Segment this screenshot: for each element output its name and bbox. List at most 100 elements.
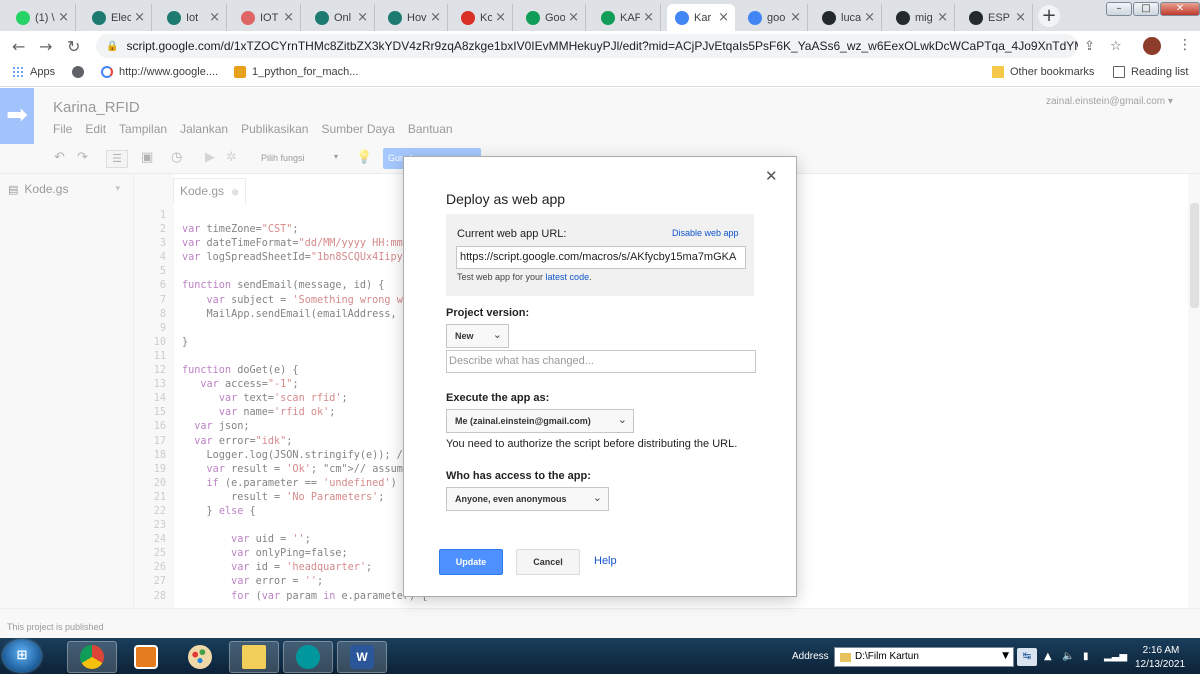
web-app-url-field[interactable]: https://script.google.com/macros/s/AKfyc…: [456, 246, 746, 269]
back-arrow-icon[interactable]: ←: [12, 37, 25, 56]
explorer-taskbar-button[interactable]: [229, 641, 279, 673]
cancel-button[interactable]: Cancel: [516, 549, 580, 575]
bookmark-star-icon[interactable]: ☆: [1110, 39, 1122, 54]
browser-tab[interactable]: Onl ×: [307, 4, 375, 31]
gmail-icon: [461, 10, 475, 25]
go-arrow-icon[interactable]: ↹: [1017, 648, 1037, 666]
paint-taskbar-button[interactable]: [175, 641, 225, 673]
window-close-button[interactable]: ✕: [1160, 2, 1200, 16]
reading-list[interactable]: Reading list: [1113, 66, 1188, 78]
tab-title: ESP: [988, 11, 1011, 24]
browser-tab[interactable]: KAF ×: [593, 4, 661, 31]
tab-close-icon[interactable]: ×: [209, 10, 220, 25]
google-icon: [101, 66, 113, 78]
access-select[interactable]: Anyone, even anonymous ⌄: [446, 487, 609, 511]
media-player-taskbar-button[interactable]: [121, 641, 171, 673]
tab-close-icon[interactable]: ×: [718, 10, 729, 25]
help-link[interactable]: Help: [594, 555, 617, 567]
browser-tab[interactable]: ESP ×: [961, 4, 1033, 31]
project-version-select[interactable]: New ⌄: [446, 324, 509, 348]
browser-tab[interactable]: mig ×: [888, 4, 955, 31]
show-hidden-icons-icon[interactable]: ▲: [1044, 651, 1052, 662]
tab-title: luca: [841, 11, 862, 24]
browser-tab[interactable]: (1) \ ×: [8, 4, 76, 31]
word-icon: W: [350, 645, 374, 669]
execute-as-select[interactable]: Me (zainal.einstein@gmail.com) ⌄: [446, 409, 634, 433]
browser-tab[interactable]: Iot ×: [159, 4, 227, 31]
address-bar-row: ← → ↻ 🔒 script.google.com/d/1xTZOCYrnTHM…: [0, 31, 1200, 61]
tab-title: Iot: [186, 11, 199, 24]
tab-title: KAF: [620, 11, 641, 24]
version-description-input[interactable]: Describe what has changed...: [446, 350, 756, 373]
clock-time[interactable]: 2:16 AM: [1135, 645, 1187, 656]
new-tab-button[interactable]: +: [1038, 5, 1060, 27]
globe-bookmark[interactable]: [72, 66, 90, 78]
disable-web-app-link[interactable]: Disable web app: [672, 228, 739, 238]
arduino-taskbar-button[interactable]: [283, 641, 333, 673]
chevron-down-icon: ⌄: [492, 328, 502, 341]
clock-date[interactable]: 12/13/2021: [1132, 659, 1188, 670]
chrome-taskbar-button[interactable]: [67, 641, 117, 673]
start-button[interactable]: ⊞: [3, 640, 41, 672]
browser-menu-icon[interactable]: ⋮: [1178, 37, 1192, 53]
github-icon: [822, 10, 836, 25]
browser-tab[interactable]: Elec ×: [84, 4, 152, 31]
share-icon[interactable]: ⇪: [1084, 39, 1095, 54]
forward-arrow-icon[interactable]: →: [39, 37, 52, 56]
reload-icon[interactable]: ↻: [67, 37, 80, 56]
tab-close-icon[interactable]: ×: [495, 10, 506, 25]
other-bookmarks[interactable]: Other bookmarks: [992, 66, 1094, 78]
safely-remove-icon[interactable]: ▮: [1083, 651, 1089, 662]
network-signal-icon[interactable]: ▂▃▅: [1104, 651, 1127, 662]
tab-close-icon[interactable]: ×: [937, 10, 948, 25]
apps-bookmark[interactable]: Apps: [12, 66, 55, 78]
python-bookmark[interactable]: 1_python_for_mach...: [234, 66, 358, 78]
tab-close-icon[interactable]: ×: [430, 10, 441, 25]
tab-close-icon[interactable]: ×: [134, 10, 145, 25]
access-label: Who has access to the app:: [446, 470, 591, 482]
chevron-down-icon: ⌄: [592, 491, 602, 504]
minimize-button[interactable]: –: [1106, 2, 1132, 16]
browser-tab[interactable]: luca ×: [814, 4, 882, 31]
profile-avatar[interactable]: [1143, 37, 1161, 55]
tab-close-icon[interactable]: ×: [357, 10, 368, 25]
google-bookmark[interactable]: http://www.google....: [101, 66, 218, 78]
chrome-icon: [80, 645, 104, 669]
update-button[interactable]: Update: [439, 549, 503, 575]
tab-title: goo: [767, 11, 786, 24]
word-taskbar-button[interactable]: W: [337, 641, 387, 673]
tab-close-icon[interactable]: ×: [283, 10, 294, 25]
media-player-icon: [134, 645, 158, 669]
browser-tab[interactable]: IOT ×: [233, 4, 301, 31]
reading-list-icon: [1113, 66, 1125, 78]
execute-as-label: Execute the app as:: [446, 392, 550, 404]
tab-close-icon[interactable]: ×: [1015, 10, 1026, 25]
tab-title: Goo: [545, 11, 566, 24]
dialog-title: Deploy as web app: [446, 191, 566, 207]
whatsapp-icon: [16, 10, 30, 25]
arduino-icon: [296, 645, 320, 669]
tab-close-icon[interactable]: ×: [568, 10, 579, 25]
address-toolbar-input[interactable]: D:\Film Kartun ▼: [834, 647, 1014, 667]
maximize-button[interactable]: □: [1133, 2, 1159, 16]
browser-tab[interactable]: Hov ×: [380, 4, 448, 31]
browser-tab[interactable]: Goo ×: [518, 4, 586, 31]
tab-close-icon[interactable]: ×: [643, 10, 654, 25]
volume-icon[interactable]: 🔈: [1062, 651, 1074, 662]
tab-close-icon[interactable]: ×: [864, 10, 875, 25]
close-icon[interactable]: ✕: [765, 167, 778, 185]
tab-close-icon[interactable]: ×: [58, 10, 69, 25]
tab-title: Hov: [407, 11, 427, 24]
browser-tab[interactable]: goo ×: [740, 4, 808, 31]
latest-code-link[interactable]: latest code: [546, 272, 590, 282]
tab-title: IOT: [260, 11, 279, 24]
tab-close-icon[interactable]: ×: [790, 10, 801, 25]
browser-tab[interactable]: Kar ×: [667, 4, 735, 31]
folder-icon: [242, 645, 266, 669]
dropdown-caret-icon[interactable]: ▼: [1002, 651, 1009, 661]
browser-tab[interactable]: Kot×: [453, 4, 513, 31]
google-icon: [748, 10, 762, 25]
sheets-icon: [526, 10, 540, 25]
github-icon: [896, 10, 910, 25]
url-field[interactable]: 🔒 script.google.com/d/1xTZOCYrnTHMc8Zitb…: [96, 34, 1078, 58]
